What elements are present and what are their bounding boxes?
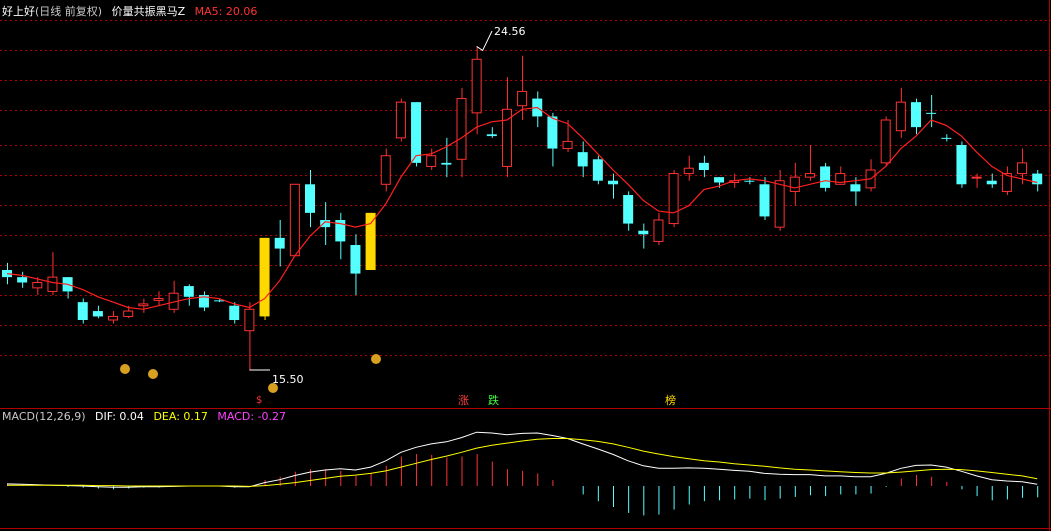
- candle-body-8: [123, 310, 134, 317]
- candle-body-25: [380, 155, 391, 185]
- candle-body-47: [714, 177, 725, 183]
- candle-body-37: [562, 140, 573, 150]
- candle-body-46: [698, 162, 709, 170]
- candle-body-51: [774, 180, 785, 228]
- candle-body-5: [77, 302, 88, 320]
- candle-body-31: [471, 58, 482, 114]
- candle-body-39: [592, 159, 603, 181]
- candle-body-41: [623, 195, 634, 224]
- candle-body-38: [577, 152, 588, 167]
- candle-body-36: [547, 116, 558, 149]
- candle-body-23: [350, 245, 361, 274]
- candle-body-32: [486, 134, 497, 137]
- candle-body-67: [1017, 162, 1028, 175]
- candle-body-1: [17, 277, 28, 283]
- candle-body-34: [517, 90, 528, 107]
- candle-body-9: [138, 303, 149, 307]
- candle-body-61: [926, 112, 937, 114]
- money-bag-icon: [120, 364, 130, 374]
- macd-histogram: [7, 454, 1039, 516]
- candle-body-3: [47, 276, 58, 292]
- candle-body-15: [229, 305, 240, 320]
- candle-body-26: [395, 101, 406, 139]
- high-leader: [476, 30, 493, 52]
- candle-body-42: [638, 230, 649, 235]
- candle-body-28: [426, 155, 437, 167]
- candle-body-27: [411, 102, 422, 163]
- candle-body-56: [850, 184, 861, 192]
- candle-body-50: [759, 184, 770, 217]
- candle-body-58: [880, 119, 891, 164]
- chart-canvas: 24.56 15.50 涨 跌 榜 $: [0, 0, 1051, 531]
- candle-body-24: [365, 212, 376, 270]
- candle-body-17: [259, 237, 270, 317]
- low-price-label: 15.50: [272, 373, 304, 386]
- marker-zhang: 涨: [458, 394, 469, 407]
- signal-s-icon: $: [256, 395, 262, 406]
- marker-die: 跌: [488, 393, 499, 407]
- candle-body-54: [820, 166, 831, 188]
- candle-body-65: [986, 180, 997, 185]
- money-bag-icon: [371, 354, 381, 364]
- candle-body-10: [153, 298, 164, 301]
- candle-body-44: [668, 173, 679, 225]
- candle-body-29: [441, 162, 452, 165]
- markers: 24.56 15.50 涨 跌 榜 $: [120, 25, 676, 407]
- high-price-label: 24.56: [494, 25, 526, 38]
- candle-body-2: [32, 282, 43, 289]
- chart-root: 好上好(日线 前复权) 价量共振黑马Z MA5: 20.06 MACD(12,2…: [0, 0, 1051, 531]
- marker-bang: 榜: [665, 393, 676, 407]
- candle-body-64: [971, 176, 982, 179]
- candle-body-60: [911, 102, 921, 128]
- candle-body-14: [214, 300, 225, 302]
- candle-body-49: [744, 180, 755, 182]
- candle-body-40: [608, 180, 618, 185]
- candle-body-20: [305, 184, 315, 213]
- candle-body-45: [683, 167, 694, 175]
- candle-body-43: [653, 219, 664, 242]
- candle-body-53: [804, 173, 815, 178]
- candle-body-21: [320, 220, 331, 228]
- candle-body-16: [244, 308, 255, 332]
- candle-body-59: [895, 101, 906, 132]
- candle-body-19: [289, 183, 300, 257]
- money-bag-icon: [148, 369, 158, 379]
- candle-body-52: [789, 176, 800, 192]
- candles: [2, 46, 1043, 370]
- grid: [0, 0, 1051, 531]
- candle-body-68: [1032, 173, 1043, 185]
- candle-body-6: [92, 311, 103, 317]
- candle-body-62: [941, 137, 952, 139]
- candle-body-63: [956, 145, 967, 185]
- candle-body-7: [108, 315, 119, 321]
- money-bag-icon: [268, 383, 278, 393]
- candle-body-30: [456, 98, 467, 160]
- candle-body-18: [274, 237, 285, 249]
- candle-body-12: [183, 286, 194, 297]
